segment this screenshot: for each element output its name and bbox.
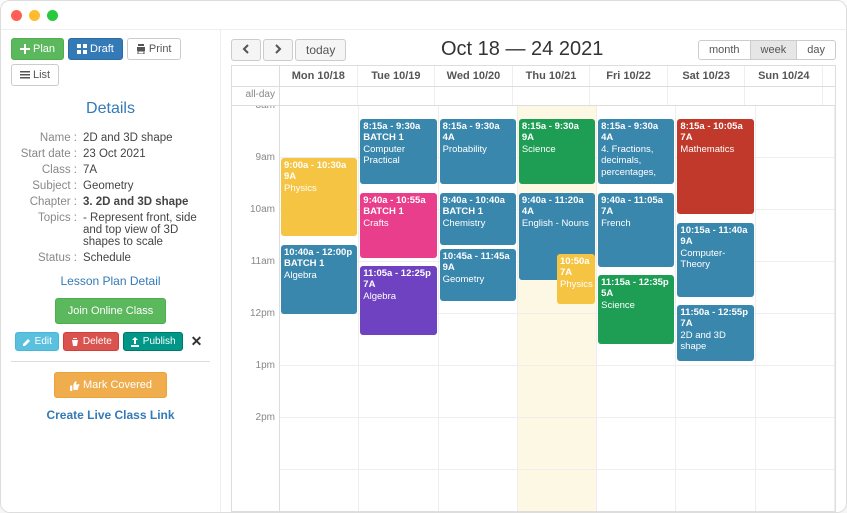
event-mon-physics[interactable]: 9:00a - 10:30a 9A Physics bbox=[281, 158, 357, 236]
hour-2pm: 2pm bbox=[232, 412, 279, 464]
event-sat-2d3d[interactable]: 11:50a - 12:55p 7A 2D and 3D shape bbox=[677, 305, 753, 361]
event-fri-sci[interactable]: 11:15a - 12:35p 5A Science bbox=[598, 275, 674, 344]
calendar-title: Oct 18 — 24 2021 bbox=[441, 38, 603, 61]
edit-button[interactable]: Edit bbox=[15, 332, 59, 351]
day-col-fri[interactable]: 8:15a - 9:30a 4A 4. Fractions, decimals,… bbox=[597, 106, 676, 511]
pencil-icon bbox=[22, 337, 32, 347]
day-head-mon[interactable]: Mon 10/18 bbox=[280, 66, 358, 86]
hour-9am: 9am bbox=[232, 152, 279, 204]
chevron-left-icon bbox=[242, 44, 250, 54]
separator bbox=[11, 361, 210, 362]
create-live-class-link[interactable]: Create Live Class Link bbox=[11, 408, 210, 422]
plus-icon bbox=[20, 44, 30, 54]
event-fri-frac[interactable]: 8:15a - 9:30a 4A 4. Fractions, decimals,… bbox=[598, 119, 674, 184]
hour-1pm: 1pm bbox=[232, 360, 279, 412]
day-col-sat[interactable]: 8:15a - 10:05a 7A Mathematics 10:15a - 1… bbox=[676, 106, 755, 511]
join-online-class-button[interactable]: Join Online Class bbox=[55, 298, 167, 324]
day-head-fri[interactable]: Fri 10/22 bbox=[590, 66, 668, 86]
plan-button[interactable]: Plan bbox=[11, 38, 64, 60]
plan-label: Plan bbox=[33, 43, 55, 55]
day-col-thu[interactable]: 8:15a - 9:30a 9A Science 9:40a - 11:20a … bbox=[518, 106, 597, 511]
next-button[interactable] bbox=[263, 39, 293, 61]
calendar-body[interactable]: 8am 9am 10am 11am 12pm 1pm 2pm 9:0 bbox=[232, 106, 835, 511]
day-head-sun[interactable]: Sun 10/24 bbox=[745, 66, 823, 86]
day-col-mon[interactable]: 9:00a - 10:30a 9A Physics 10:40a - 12:00… bbox=[280, 106, 359, 511]
day-head-wed[interactable]: Wed 10/20 bbox=[435, 66, 513, 86]
day-col-sun[interactable] bbox=[756, 106, 835, 511]
list-button[interactable]: List bbox=[11, 64, 59, 86]
grid-icon bbox=[77, 44, 87, 54]
detail-chapter: Chapter : 3. 2D and 3D shape bbox=[11, 196, 210, 208]
details-title: Details bbox=[11, 94, 210, 128]
hour-12pm: 12pm bbox=[232, 308, 279, 360]
detail-class: Class : 7A bbox=[11, 164, 210, 176]
window-close-dot[interactable] bbox=[11, 10, 22, 21]
list-label: List bbox=[33, 69, 50, 81]
close-icon[interactable]: ✕ bbox=[187, 333, 207, 350]
event-wed-chem[interactable]: 9:40a - 10:40a BATCH 1 Chemistry bbox=[440, 193, 516, 245]
detail-name: Name : 2D and 3D shape bbox=[11, 132, 210, 144]
hour-10am: 10am bbox=[232, 204, 279, 256]
event-tue-comp[interactable]: 8:15a - 9:30a BATCH 1 Computer Practical bbox=[360, 119, 436, 184]
detail-topics: Topics : - Represent front, side and top… bbox=[11, 212, 210, 248]
calendar: today Oct 18 — 24 2021 month week day Mo… bbox=[221, 30, 846, 512]
event-sat-comp[interactable]: 10:15a - 11:40a 9A Computer-Theory bbox=[677, 223, 753, 297]
view-day-button[interactable]: day bbox=[797, 40, 836, 60]
allday-row: all-day bbox=[232, 87, 835, 106]
detail-status: Status : Schedule bbox=[11, 252, 210, 264]
trash-icon bbox=[70, 337, 80, 347]
draft-button[interactable]: Draft bbox=[68, 38, 123, 60]
event-fri-french[interactable]: 9:40a - 11:05a 7A French bbox=[598, 193, 674, 267]
detail-subject: Subject : Geometry bbox=[11, 180, 210, 192]
list-icon bbox=[20, 70, 30, 80]
draft-label: Draft bbox=[90, 43, 114, 55]
lesson-plan-link[interactable]: Lesson Plan Detail bbox=[11, 274, 210, 288]
chevron-right-icon bbox=[274, 44, 282, 54]
event-thu-phys[interactable]: 10:50a 7A Physics bbox=[557, 254, 595, 304]
day-head-sat[interactable]: Sat 10/23 bbox=[668, 66, 746, 86]
thumbs-up-icon bbox=[69, 380, 80, 391]
print-icon bbox=[136, 44, 146, 54]
publish-button[interactable]: Publish bbox=[123, 332, 183, 351]
event-thu-sci[interactable]: 8:15a - 9:30a 9A Science bbox=[519, 119, 595, 184]
window-titlebar bbox=[1, 1, 846, 29]
hour-11am: 11am bbox=[232, 256, 279, 308]
event-sat-math[interactable]: 8:15a - 10:05a 7A Mathematics bbox=[677, 119, 753, 214]
event-tue-crafts[interactable]: 9:40a - 10:55a BATCH 1 Crafts bbox=[360, 193, 436, 258]
event-wed-prob[interactable]: 8:15a - 9:30a 4A Probability bbox=[440, 119, 516, 184]
view-month-button[interactable]: month bbox=[698, 40, 751, 60]
print-label: Print bbox=[149, 43, 172, 55]
delete-button[interactable]: Delete bbox=[63, 332, 119, 351]
detail-startdate: Start date : 23 Oct 2021 bbox=[11, 148, 210, 160]
mark-covered-button[interactable]: Mark Covered bbox=[54, 372, 167, 398]
day-col-wed[interactable]: 8:15a - 9:30a 4A Probability 9:40a - 10:… bbox=[439, 106, 518, 511]
day-head-tue[interactable]: Tue 10/19 bbox=[358, 66, 436, 86]
hour-8am: 8am bbox=[232, 106, 279, 152]
event-mon-algebra[interactable]: 10:40a - 12:00p BATCH 1 Algebra bbox=[281, 245, 357, 314]
view-week-button[interactable]: week bbox=[751, 40, 798, 60]
sidebar: Plan Draft Print List Details Name : bbox=[1, 30, 221, 512]
print-button[interactable]: Print bbox=[127, 38, 181, 60]
day-col-tue[interactable]: 8:15a - 9:30a BATCH 1 Computer Practical… bbox=[359, 106, 438, 511]
event-wed-geom[interactable]: 10:45a - 11:45a 9A Geometry bbox=[440, 249, 516, 301]
allday-label: all-day bbox=[232, 87, 280, 105]
upload-icon bbox=[130, 337, 140, 347]
day-head-thu[interactable]: Thu 10/21 bbox=[513, 66, 591, 86]
event-tue-algebra[interactable]: 11:05a - 12:25p 7A Algebra bbox=[360, 266, 436, 335]
day-header-row: Mon 10/18 Tue 10/19 Wed 10/20 Thu 10/21 … bbox=[232, 66, 835, 87]
window-minimize-dot[interactable] bbox=[29, 10, 40, 21]
window-zoom-dot[interactable] bbox=[47, 10, 58, 21]
prev-button[interactable] bbox=[231, 39, 261, 61]
today-button[interactable]: today bbox=[295, 39, 346, 61]
